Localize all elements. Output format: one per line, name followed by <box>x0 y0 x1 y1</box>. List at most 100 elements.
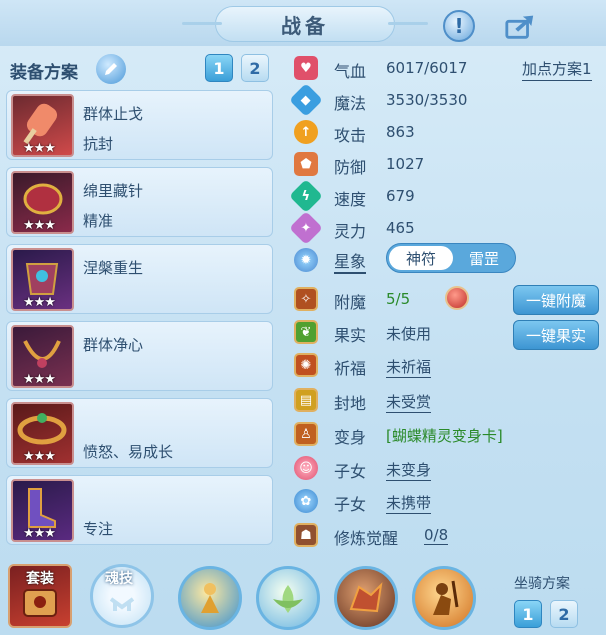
equip-card-weapon[interactable]: ★★★ 群体止戈 抗封 <box>6 90 273 160</box>
armor-icon: ★★★ <box>11 248 74 311</box>
equip-scheme-2-button[interactable]: 2 <box>241 54 269 82</box>
attr-value-atk: 863 <box>386 123 415 141</box>
spirit-icon: ✦ <box>289 211 323 245</box>
equip-sub: 专注 <box>83 520 114 538</box>
status-value-enchant: 5/5 <box>386 290 411 308</box>
status-label-fruit: 果实 <box>334 326 367 345</box>
pencil-icon <box>105 63 117 75</box>
equip-sub: 愤怒、易成长 <box>83 443 174 461</box>
status-label-fief: 封地 <box>334 394 367 413</box>
enchant-icon: ✧ <box>294 287 318 311</box>
attr-value-mp: 3530/3530 <box>386 91 468 109</box>
equip-card-necklace[interactable]: ★★★ 群体净心 <box>6 321 273 391</box>
mana-icon: ◆ <box>289 83 323 117</box>
fruit-icon: ❦ <box>294 320 318 344</box>
warrior-icon <box>433 580 459 615</box>
star-sign-option-shenfu[interactable]: 神符 <box>389 246 453 270</box>
equip-card-armguard[interactable]: ★★★ 绵里藏针 精准 <box>6 167 273 237</box>
status-value-bless[interactable]: 未祈福 <box>386 356 432 378</box>
attr-value-spd: 679 <box>386 187 415 205</box>
equip-name: 群体止戈 <box>83 105 144 123</box>
lotus-icon <box>273 585 303 613</box>
status-value-fruit: 未使用 <box>386 325 432 343</box>
star-rating: ★★★ <box>23 141 56 156</box>
boots-icon: ★★★ <box>11 479 74 542</box>
star-rating: ★★★ <box>23 449 56 464</box>
heart-icon: ♥ <box>294 56 318 80</box>
status-label-transform: 变身 <box>334 428 367 447</box>
status-label-cultivate: 修炼觉醒 <box>334 529 399 548</box>
bless-icon: ✺ <box>294 353 318 377</box>
equip-name: 涅槃重生 <box>83 259 144 277</box>
equip-card-armor[interactable]: ★★★ 涅槃重生 <box>6 244 273 314</box>
suit-label: 套装 <box>26 571 54 587</box>
attr-value-spirit: 465 <box>386 219 415 237</box>
speed-icon: ϟ <box>289 179 323 213</box>
status-label-child-carry: 子女 <box>334 495 367 514</box>
status-value-fief[interactable]: 未受赏 <box>386 391 432 413</box>
vambrace-icon: ★★★ <box>11 171 74 234</box>
edit-scheme-button[interactable] <box>96 54 126 84</box>
equip-card-boots[interactable]: ★★★ 专注 <box>6 475 273 545</box>
attr-value-hp: 6017/6017 <box>386 59 468 77</box>
skill-orb-4[interactable] <box>412 566 476 630</box>
star-rating: ★★★ <box>23 372 56 387</box>
status-value-transform[interactable]: [蝴蝶精灵变身卡] <box>386 425 503 446</box>
skill-orb-3[interactable] <box>334 566 398 630</box>
attr-label-def: 防御 <box>334 158 367 177</box>
star-sign-label[interactable]: 星象 <box>334 248 367 274</box>
page-title: 战备 <box>281 13 329 38</box>
defense-icon: ⬟ <box>294 152 318 176</box>
stat-plan-link[interactable]: 加点方案1 <box>522 58 592 81</box>
attr-label-spirit: 灵力 <box>334 222 367 241</box>
title-plate: 战备 <box>182 6 428 42</box>
exclamation-icon: ! <box>454 14 464 38</box>
skill-orb-1[interactable] <box>178 566 242 630</box>
fief-icon: ▤ <box>294 388 318 412</box>
child-icon: ☺ <box>294 456 318 480</box>
attr-label-mp: 魔法 <box>334 94 367 113</box>
star-rating: ★★★ <box>23 295 56 310</box>
equip-card-belt[interactable]: ★★★ 愤怒、易成长 <box>6 398 273 468</box>
necklace-icon: ★★★ <box>11 325 74 388</box>
one-click-enchant-button[interactable]: 一键附魔 <box>513 285 599 315</box>
status-label-bless: 祈福 <box>334 359 367 378</box>
mount-scheme-2-button[interactable]: 2 <box>550 600 578 628</box>
status-label-enchant: 附魔 <box>334 293 367 312</box>
equip-sub: 精准 <box>83 212 114 230</box>
battle-prep-panel: 战备 ! 装备方案 1 2 ★★★ 群体止戈 抗封 ★★★ 绵里藏针 精准 ★★… <box>0 0 606 635</box>
status-value-child-transform[interactable]: 未变身 <box>386 459 432 481</box>
equip-sub: 抗封 <box>83 135 114 153</box>
status-label-child-transform: 子女 <box>334 462 367 481</box>
cultivate-icon: ☗ <box>294 523 318 547</box>
status-value-child-carry[interactable]: 未携带 <box>386 492 432 514</box>
one-click-fruit-button[interactable]: 一键果实 <box>513 320 599 350</box>
clock-icon[interactable] <box>445 286 469 310</box>
attr-label-spd: 速度 <box>334 190 367 209</box>
attr-label-hp: 气血 <box>334 62 367 81</box>
star-rating: ★★★ <box>23 218 56 233</box>
belt-icon: ★★★ <box>11 402 74 465</box>
share-button[interactable] <box>504 10 536 42</box>
mount-scheme-1-button[interactable]: 1 <box>514 600 542 628</box>
status-value-cultivate[interactable]: 0/8 <box>424 526 449 545</box>
equip-name: 绵里藏针 <box>83 182 144 200</box>
star-sign-toggle[interactable]: 神符 雷罡 <box>386 243 516 273</box>
star-rating: ★★★ <box>23 526 56 541</box>
star-sign-option-leigang[interactable]: 雷罡 <box>455 246 513 270</box>
paw-icon: ✿ <box>294 489 318 513</box>
transform-icon: ♙ <box>294 422 318 446</box>
attr-value-def: 1027 <box>386 155 425 173</box>
beast-icon <box>349 582 383 613</box>
mount-scheme-label: 坐骑方案 <box>514 576 570 592</box>
star-sign-icon: ✹ <box>294 248 318 272</box>
attack-icon: ↑ <box>294 120 318 144</box>
figure-icon <box>201 583 219 613</box>
skill-orb-2[interactable] <box>256 566 320 630</box>
soul-skill-label: 魂技 <box>105 571 133 587</box>
share-icon <box>505 15 534 39</box>
equip-scheme-1-button[interactable]: 1 <box>205 54 233 82</box>
equip-name: 群体净心 <box>83 336 144 354</box>
hint-button[interactable]: ! <box>443 10 475 42</box>
popsicle-icon: ★★★ <box>11 94 74 157</box>
